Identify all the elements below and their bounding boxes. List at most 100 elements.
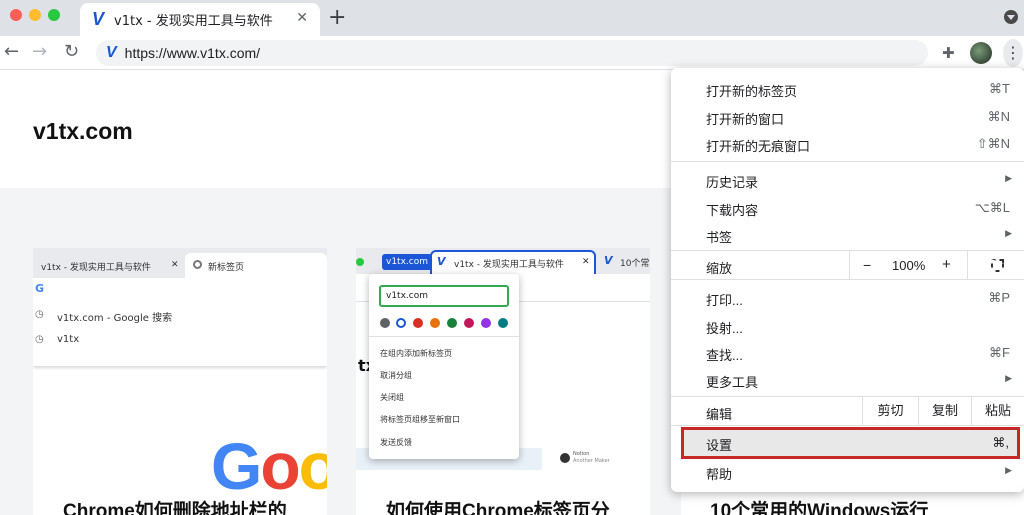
mini-tab-title: 新标签页 xyxy=(208,263,245,273)
tab-search-icon[interactable] xyxy=(1004,10,1018,24)
screenshot-suggestions: G ◷ v1tx.com - Google 搜索 ◷ v1tx xyxy=(33,278,327,366)
google-logo-fragment: Goo xyxy=(211,429,327,503)
menu-item-new-tab[interactable]: 打开新的标签页 ⌘T xyxy=(671,75,1024,102)
site-title[interactable]: v1tx.com xyxy=(33,118,133,145)
browser-toolbar: ← → ↻ V https://www.v1tx.com/ ✚ ⋮ xyxy=(0,36,1024,70)
menu-row-zoom: 缩放 − 100% + xyxy=(671,250,1024,280)
paste-button[interactable]: 粘贴 xyxy=(971,397,1024,425)
fullscreen-icon xyxy=(991,259,1004,272)
menu-shortcut: ⇧⌘N xyxy=(976,136,1010,151)
zoom-out-button[interactable]: − xyxy=(863,257,871,273)
mini-window-light xyxy=(356,258,364,266)
back-arrow-icon[interactable]: ← xyxy=(4,41,19,62)
divider xyxy=(369,336,519,337)
menu-item-downloads[interactable]: 下载内容 ⌥⌘L xyxy=(671,194,1024,221)
article-card[interactable]: v1tx - 发现实用工具与软件 ✕ 新标签页 G ◷ v1tx.com - G… xyxy=(33,248,327,515)
zoom-level: 100% xyxy=(892,258,926,273)
menu-label: 打开新的窗口 xyxy=(706,112,785,127)
color-swatch xyxy=(447,318,457,328)
site-favicon-icon: V xyxy=(92,9,105,29)
menu-item-history[interactable]: 历史记录 ▶ xyxy=(671,166,1024,193)
mini-avatar xyxy=(560,453,570,463)
url-text[interactable]: https://www.v1tx.com/ xyxy=(125,45,260,61)
menu-label: 查找... xyxy=(706,348,743,363)
card-title[interactable]: Chrome如何删除地址栏的 xyxy=(63,496,287,515)
mini-menu-item: 发送反馈 xyxy=(380,438,412,447)
menu-item-help[interactable]: 帮助 ▶ xyxy=(671,458,1024,485)
cut-button[interactable]: 剪切 xyxy=(862,397,918,425)
menu-label: 帮助 xyxy=(706,467,733,482)
submenu-arrow-icon: ▶ xyxy=(1005,228,1012,238)
submenu-arrow-icon: ▶ xyxy=(1005,465,1012,475)
chrome-menu-button[interactable]: ⋮ xyxy=(1003,39,1023,67)
zoom-in-button[interactable]: + xyxy=(942,256,951,273)
menu-label: 历史记录 xyxy=(706,175,759,190)
menu-label: 缩放 xyxy=(706,261,733,276)
submenu-arrow-icon: ▶ xyxy=(1005,373,1012,383)
site-favicon-icon: V xyxy=(437,255,446,268)
site-favicon-icon: V xyxy=(106,44,117,61)
new-tab-button[interactable]: + xyxy=(328,5,346,30)
menu-item-more-tools[interactable]: 更多工具 ▶ xyxy=(671,366,1024,393)
suggestion-text: v1tx xyxy=(57,334,80,345)
menu-item-settings[interactable]: 设置 ⌘, xyxy=(681,427,1020,459)
mini-tab-grouped: V v1tx - 发现实用工具与软件 ✕ xyxy=(430,250,596,274)
tab-title: v1tx - 发现实用工具与软件 xyxy=(114,14,273,29)
menu-label: 编辑 xyxy=(706,407,733,422)
active-tab[interactable]: V v1tx - 发现实用工具与软件 ✕ xyxy=(80,3,320,36)
browser-title-bar: V v1tx - 发现实用工具与软件 ✕ + xyxy=(0,0,1024,36)
menu-label: 打开新的无痕窗口 xyxy=(706,139,811,154)
footer-name: Notion xyxy=(573,451,590,457)
menu-label: 更多工具 xyxy=(706,375,759,390)
card-title[interactable]: 如何使用Chrome标签页分 xyxy=(386,496,610,515)
color-swatch xyxy=(430,318,440,328)
screenshot-tabbar: v1tx - 发现实用工具与软件 ✕ 新标签页 xyxy=(33,248,327,278)
minimize-window-button[interactable] xyxy=(29,9,41,21)
tab-group-context-menu: v1tx.com 在组内添加新标签页 取消分组 关闭组 将标签页组移至新窗口 发… xyxy=(369,274,519,459)
menu-item-find[interactable]: 查找... ⌘F xyxy=(671,339,1024,366)
menu-shortcut: ⌘P xyxy=(988,290,1010,305)
menu-label: 下载内容 xyxy=(706,203,759,218)
address-bar[interactable]: V https://www.v1tx.com/ xyxy=(96,40,928,66)
tab-close-icon[interactable]: ✕ xyxy=(296,10,308,26)
menu-label: 书签 xyxy=(706,230,733,245)
mini-tab-title: v1tx - 发现实用工具与软件 xyxy=(41,263,151,273)
zoom-window-button[interactable] xyxy=(48,9,60,21)
mini-menu-item: 关闭组 xyxy=(380,393,404,402)
menu-label: 打印... xyxy=(706,293,743,308)
profile-avatar[interactable] xyxy=(970,42,992,64)
google-g-icon: G xyxy=(35,282,45,295)
menu-item-print[interactable]: 打印... ⌘P xyxy=(671,284,1024,311)
menu-item-cast[interactable]: 投射... xyxy=(671,312,1024,339)
menu-shortcut: ⌥⌘L xyxy=(974,200,1010,215)
mini-menu-item: 在组内添加新标签页 xyxy=(380,349,452,358)
mini-close-icon: ✕ xyxy=(171,260,179,270)
forward-arrow-icon[interactable]: → xyxy=(32,41,47,62)
color-swatch xyxy=(481,318,491,328)
mini-tab-new: 新标签页 xyxy=(185,253,327,278)
menu-label: 设置 xyxy=(706,438,733,453)
mini-menu-item: 将标签页组移至新窗口 xyxy=(380,415,460,424)
menu-item-bookmarks[interactable]: 书签 ▶ xyxy=(671,221,1024,248)
card-title[interactable]: 10个常用的Windows运行 xyxy=(710,496,928,515)
color-swatch xyxy=(498,318,508,328)
menu-item-new-window[interactable]: 打开新的窗口 ⌘N xyxy=(671,103,1024,130)
mini-menu-item: 取消分组 xyxy=(380,371,412,380)
copy-button[interactable]: 复制 xyxy=(918,397,971,425)
color-swatch xyxy=(464,318,474,328)
menu-label: 投射... xyxy=(706,321,743,336)
extensions-puzzle-icon[interactable]: ✚ xyxy=(942,44,955,62)
fullscreen-button[interactable] xyxy=(967,251,1024,279)
reload-icon[interactable]: ↻ xyxy=(64,41,79,62)
menu-shortcut: ⌘T xyxy=(989,81,1010,96)
close-window-button[interactable] xyxy=(10,9,22,21)
menu-shortcut: ⌘N xyxy=(987,109,1010,124)
color-swatch xyxy=(380,318,390,328)
color-swatch xyxy=(413,318,423,328)
clock-icon: ◷ xyxy=(35,334,44,345)
submenu-arrow-icon: ▶ xyxy=(1005,173,1012,183)
menu-shortcut: ⌘F xyxy=(989,345,1010,360)
menu-item-incognito[interactable]: 打开新的无痕窗口 ⇧⌘N xyxy=(671,130,1024,157)
color-swatch-selected xyxy=(396,318,406,328)
group-name-input: v1tx.com xyxy=(379,285,509,307)
